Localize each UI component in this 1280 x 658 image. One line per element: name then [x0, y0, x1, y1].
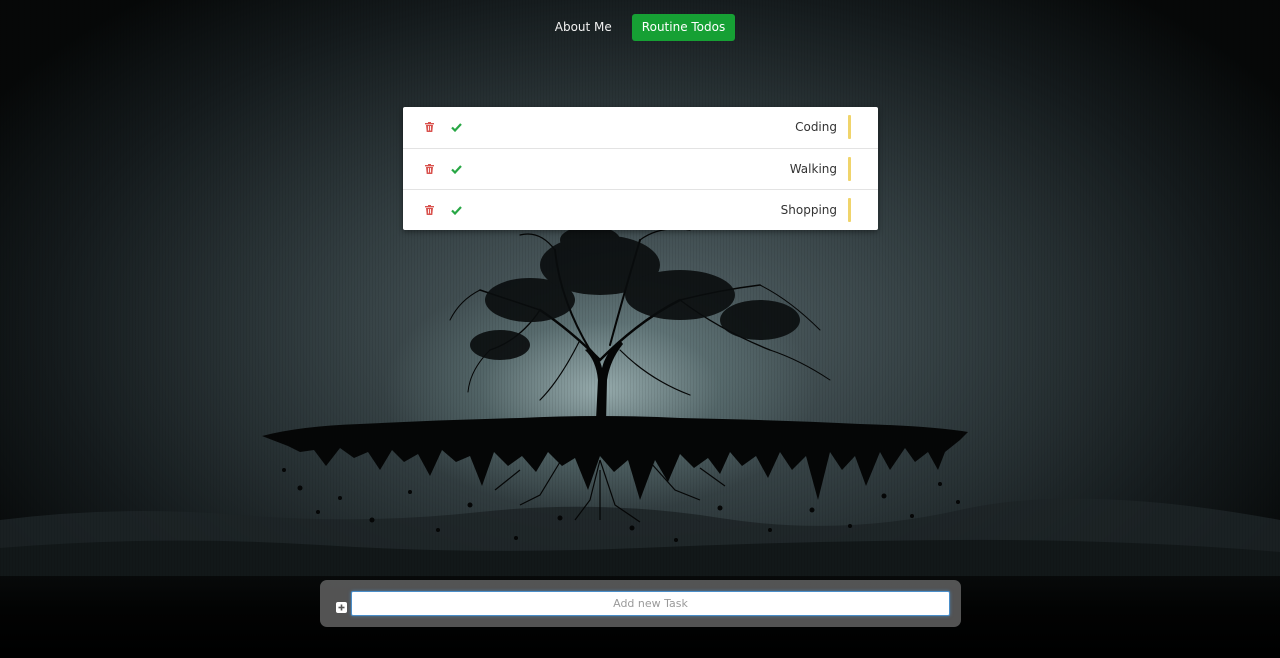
todo-label: Walking [789, 162, 837, 176]
top-nav: About Me Routine Todos [0, 14, 1280, 41]
todo-item: Shopping [403, 189, 878, 230]
floating-island-illustration [0, 226, 1280, 658]
trash-icon[interactable] [422, 203, 436, 217]
todo-label: Coding [795, 120, 837, 134]
check-icon[interactable] [449, 120, 463, 134]
trash-icon[interactable] [422, 162, 436, 176]
todo-item: Walking [403, 148, 878, 189]
nav-routine-todos[interactable]: Routine Todos [631, 14, 736, 41]
add-task-bar [320, 580, 961, 627]
todo-list: Coding Walking Shopping [403, 107, 878, 230]
priority-indicator [848, 157, 851, 181]
check-icon[interactable] [449, 162, 463, 176]
priority-indicator [848, 198, 851, 222]
plus-square-icon[interactable] [336, 598, 347, 613]
priority-indicator [848, 115, 851, 139]
add-task-input[interactable] [351, 591, 950, 616]
background-scene [0, 0, 1280, 658]
nav-about-me[interactable]: About Me [545, 14, 622, 41]
todo-item: Coding [403, 107, 878, 148]
todo-label: Shopping [780, 203, 837, 217]
check-icon[interactable] [449, 203, 463, 217]
trash-icon[interactable] [422, 120, 436, 134]
